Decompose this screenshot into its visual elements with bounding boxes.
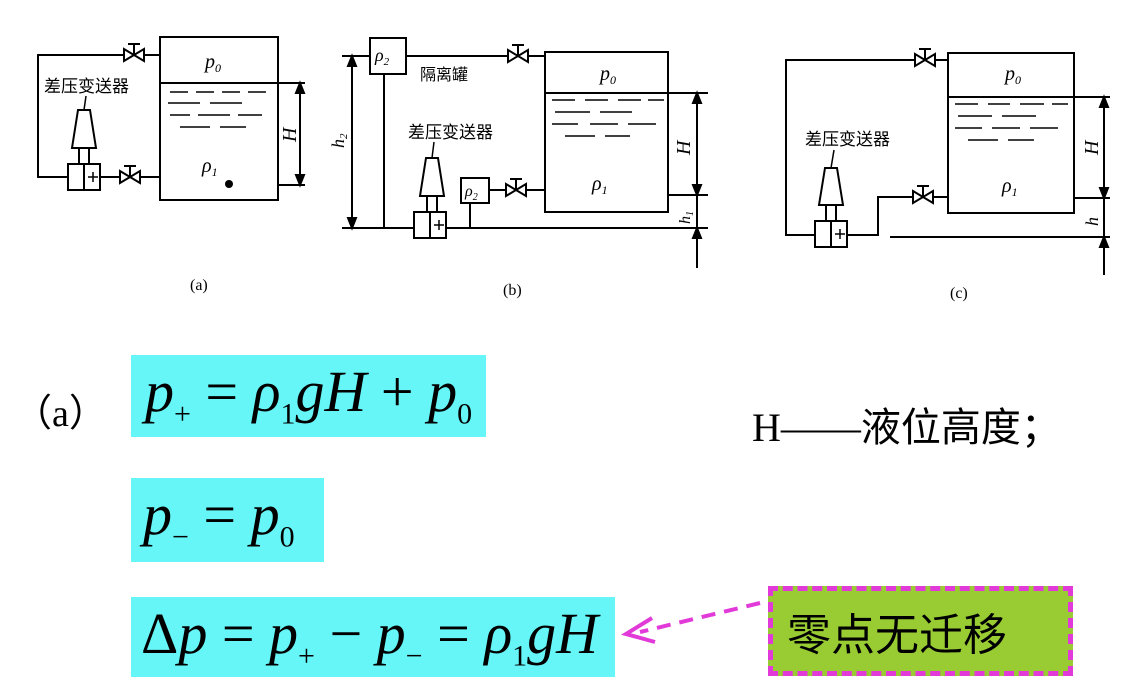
equation-p-plus: p+ = ρ1gH + p0 bbox=[131, 355, 486, 437]
c-rho1: ρ1 bbox=[1001, 175, 1018, 199]
b-rho2-pot: ρ2 bbox=[464, 183, 478, 203]
b-transmitter-label: 差压变送器 bbox=[408, 123, 493, 143]
b-p0: p0 bbox=[598, 63, 616, 87]
b-h2-label: h2 bbox=[328, 133, 350, 148]
a-height-label: H bbox=[279, 126, 301, 143]
b-caption: (b) bbox=[503, 282, 522, 299]
equation-delta-p: Δp = p+ − p− = ρ1gH bbox=[131, 597, 615, 677]
b-isolator-label: 隔离罐 bbox=[420, 65, 468, 84]
diagram-a bbox=[37, 36, 306, 201]
a-p0: p0 bbox=[203, 51, 221, 75]
a-caption: (a) bbox=[190, 277, 208, 294]
c-p0: p0 bbox=[1003, 63, 1021, 87]
equation-p-minus: p− = p0 bbox=[131, 478, 324, 562]
zero-no-shift-label: 零点无迁移 bbox=[768, 586, 1073, 676]
b-height-label: H bbox=[673, 139, 695, 156]
diagram-c bbox=[785, 48, 1110, 275]
b-h1-label: h1 bbox=[677, 211, 696, 224]
b-rho2: ρ2 bbox=[374, 45, 390, 68]
b-rho1: ρ1 bbox=[591, 173, 608, 197]
c-transmitter-label: 差压变送器 bbox=[805, 130, 890, 150]
a-rho1: ρ1 bbox=[201, 155, 218, 179]
level-measurement-diagrams: 差压变送器 p0 ρ1 H (a) ρ2 隔离罐 差压变送器 ρ2 p0 ρ1 … bbox=[37, 36, 1110, 302]
case-label: （a） bbox=[14, 393, 107, 435]
c-h-label: h bbox=[1082, 217, 1102, 226]
diagram-b bbox=[342, 37, 708, 268]
height-note: H——液位高度； bbox=[752, 405, 1061, 451]
a-transmitter-label: 差压变送器 bbox=[44, 77, 129, 97]
c-caption: (c) bbox=[950, 285, 968, 302]
c-height-label: H bbox=[1081, 139, 1103, 156]
